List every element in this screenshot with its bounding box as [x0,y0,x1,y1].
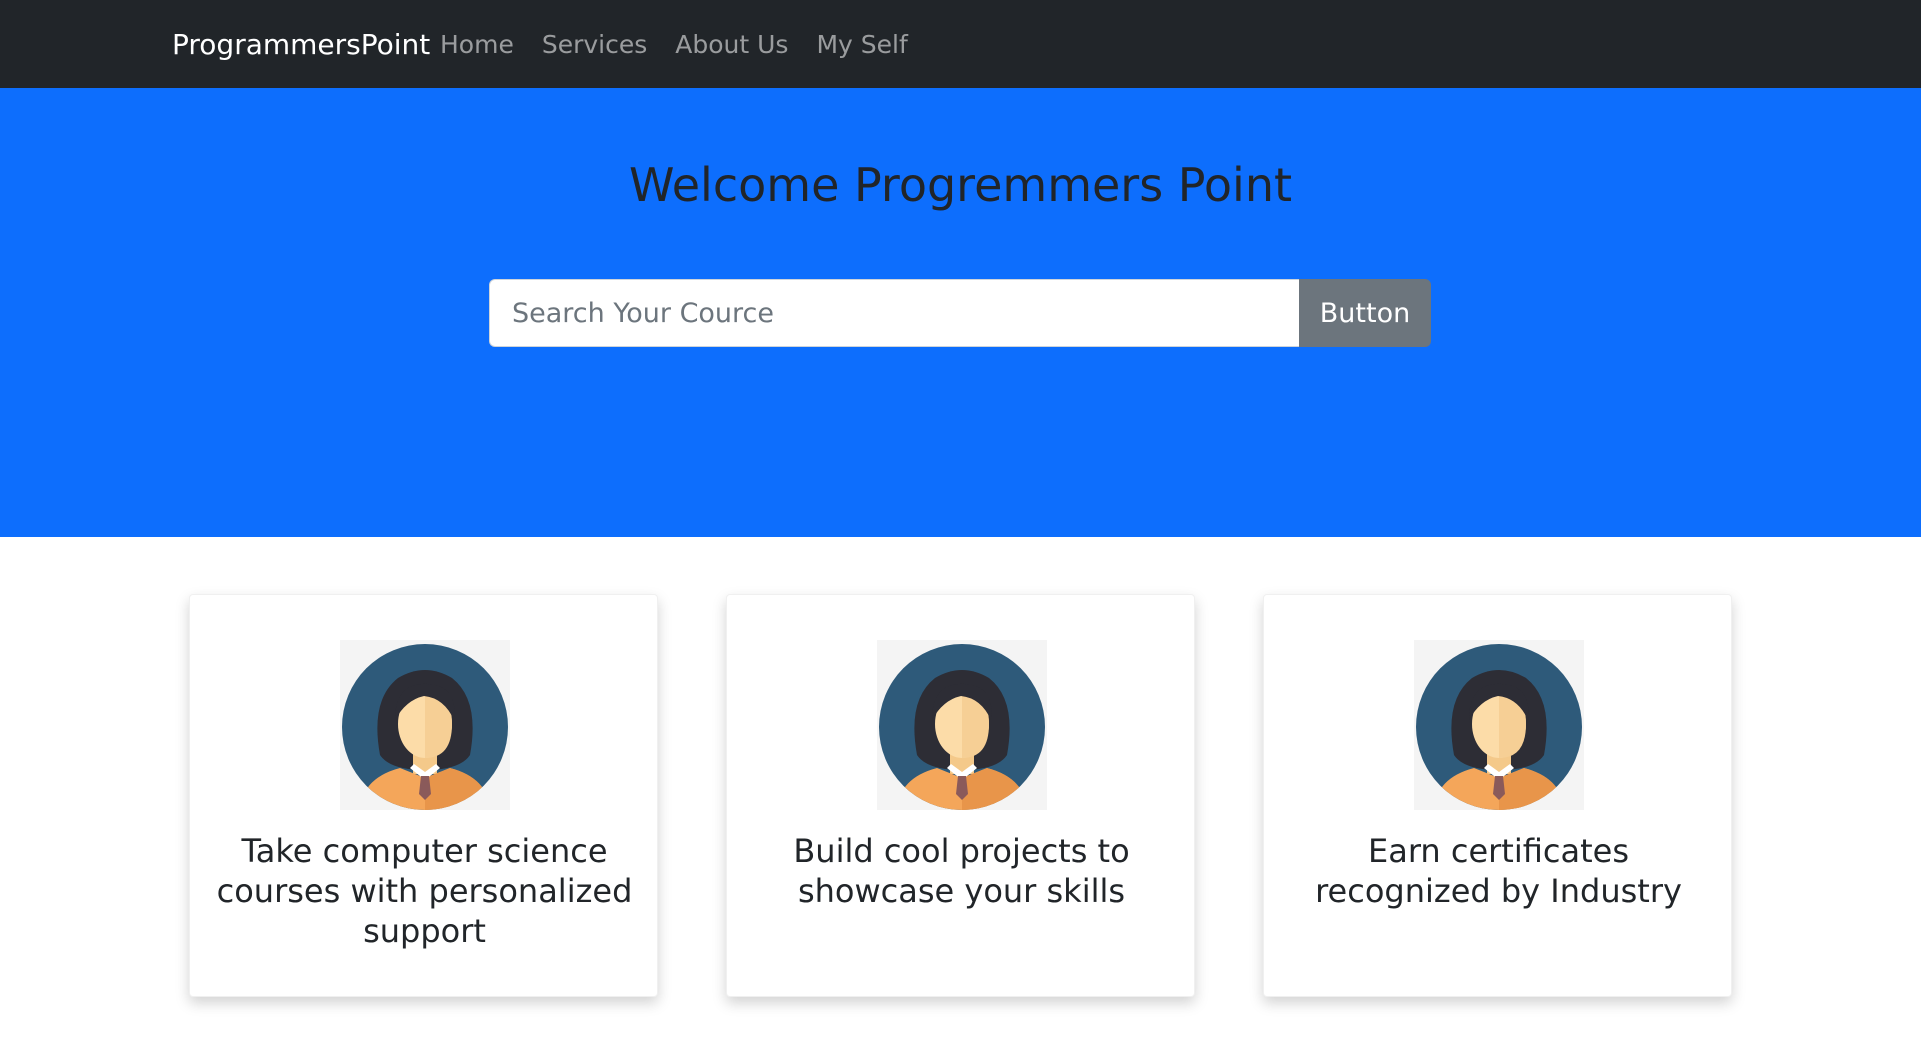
female-avatar-icon [1414,640,1584,810]
nav-link-about-us[interactable]: About Us [675,30,788,59]
hero-title: Welcome Progremmers Point [628,158,1293,212]
feature-card: Earn certificates recognized by Industry [1263,594,1732,997]
brand-link[interactable]: ProgrammersPoint [172,0,430,88]
female-avatar-icon [340,640,510,810]
top-navbar: ProgrammersPoint Home Services About Us … [0,0,1921,88]
search-input[interactable] [489,279,1299,347]
nav-link-services[interactable]: Services [542,30,647,59]
nav-link-home[interactable]: Home [440,30,514,59]
feature-card-text: Take computer science courses with perso… [216,832,633,950]
search-group: Button [489,279,1431,347]
feature-cards: Take computer science courses with perso… [0,594,1921,998]
nav-link-my-self[interactable]: My Self [816,30,907,59]
feature-card-text: Build cool projects to showcase your ski… [793,832,1130,910]
feature-card: Build cool projects to showcase your ski… [726,594,1195,997]
search-button[interactable]: Button [1299,279,1431,347]
nav-links: Home Services About Us My Self [440,0,908,88]
hero-section: Welcome Progremmers Point Button [0,88,1921,537]
female-avatar-icon [877,640,1047,810]
feature-card-text: Earn certificates recognized by Industry [1315,832,1682,910]
feature-card: Take computer science courses with perso… [189,594,658,997]
